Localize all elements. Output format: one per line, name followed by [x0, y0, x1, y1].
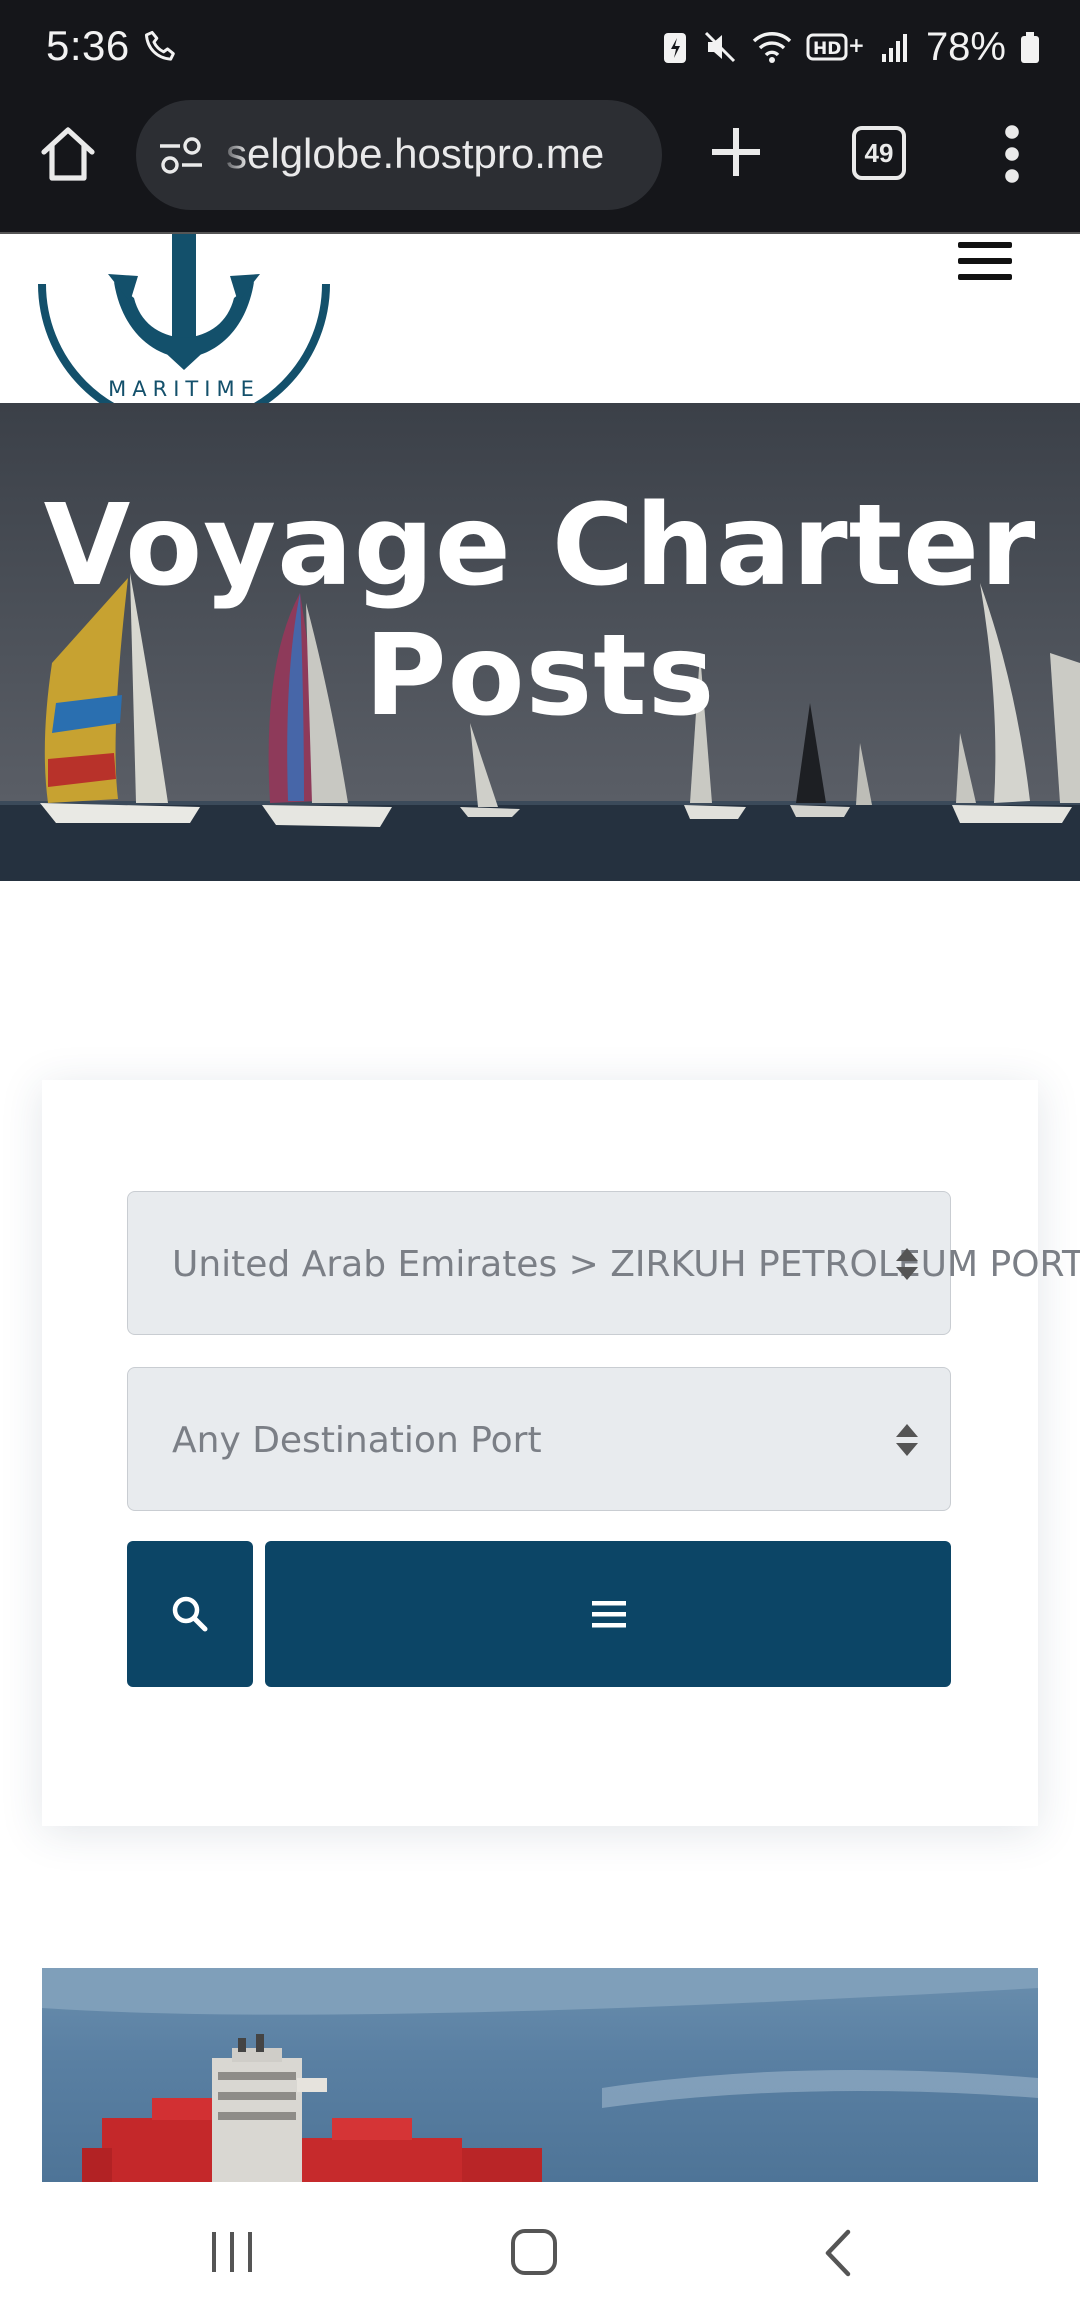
url-text[interactable]: selglobe.hostpro.me	[226, 130, 604, 178]
page-title-line1: Voyage Charter	[43, 481, 1037, 611]
select-arrows-icon	[896, 1424, 918, 1456]
battery-percent: 78%	[925, 24, 1006, 69]
android-navigation-bar	[0, 2182, 1080, 2316]
page-title-line2: Posts	[364, 611, 716, 741]
home-nav-icon[interactable]	[510, 2228, 558, 2276]
more-options-icon[interactable]	[996, 122, 1028, 186]
new-tab-icon[interactable]	[706, 122, 766, 182]
signal-icon	[881, 34, 907, 62]
site-info-icon[interactable]	[158, 135, 204, 175]
logo-text: MARITIME	[108, 377, 260, 401]
svg-text:HD: HD	[813, 39, 841, 59]
status-icons: HD + 78%	[662, 22, 1040, 72]
page-title: Voyage Charter Posts	[0, 481, 1080, 741]
anchor-logo[interactable]: MARITIME	[34, 232, 334, 404]
origin-port-value: United Arab Emirates > ZIRKUH PETROLEUM …	[172, 1244, 1080, 1285]
back-icon[interactable]	[820, 2228, 856, 2278]
tab-switcher-button[interactable]: 49	[852, 126, 906, 180]
search-button[interactable]	[127, 1541, 253, 1687]
home-icon[interactable]	[36, 122, 100, 186]
destination-port-select[interactable]: Any Destination Port	[127, 1367, 951, 1511]
list-view-button[interactable]	[265, 1541, 951, 1687]
hd-network-icon: HD +	[806, 33, 865, 61]
wifi-icon	[752, 32, 792, 63]
url-fade	[218, 100, 248, 210]
search-card: United Arab Emirates > ZIRKUH PETROLEUM …	[42, 1080, 1080, 1826]
mute-icon	[704, 31, 735, 63]
destination-port-value: Any Destination Port	[172, 1420, 542, 1461]
phone-call-icon	[144, 30, 175, 61]
browser-toolbar: selglobe.hostpro.me 49	[0, 92, 1080, 232]
container-ship-illustration	[42, 1968, 1038, 2182]
recent-apps-icon[interactable]	[208, 2230, 256, 2274]
battery-icon	[1021, 32, 1039, 63]
svg-text:+: +	[848, 33, 865, 57]
hero-banner: Voyage Charter Posts	[0, 403, 1080, 881]
site-header: MARITIME	[0, 232, 1080, 405]
address-bar[interactable]: selglobe.hostpro.me	[136, 100, 662, 210]
origin-port-select[interactable]: United Arab Emirates > ZIRKUH PETROLEUM …	[127, 1191, 1080, 1335]
battery-saver-icon	[663, 33, 686, 63]
search-icon	[172, 1596, 208, 1632]
hamburger-menu-icon[interactable]	[958, 240, 1012, 282]
list-icon	[592, 1601, 626, 1628]
status-time: 5:36	[46, 22, 130, 69]
container-ship-image[interactable]	[42, 1968, 1038, 2182]
status-bar: 5:36 HD + 78%	[0, 0, 1080, 92]
select-arrows-icon	[896, 1248, 918, 1280]
